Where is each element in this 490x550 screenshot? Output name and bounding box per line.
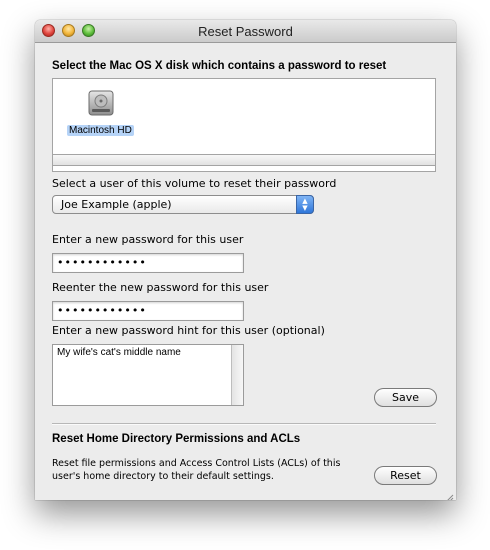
- window-title: Reset Password: [198, 24, 293, 39]
- section-divider: [52, 423, 436, 425]
- disk-list-horizontal-scrollbar[interactable]: [52, 154, 436, 166]
- password-hint-label: Enter a new password hint for this user …: [52, 324, 325, 337]
- hint-vertical-scrollbar[interactable]: [231, 345, 243, 405]
- disk-section-heading: Select the Mac OS X disk which contains …: [52, 60, 387, 72]
- user-select-popup[interactable]: Joe Example (apple) ▲ ▼: [52, 195, 314, 214]
- selected-user-value: Joe Example (apple): [61, 198, 172, 211]
- reset-button[interactable]: Reset: [374, 466, 437, 485]
- select-user-label: Select a user of this volume to reset th…: [52, 177, 337, 190]
- resize-grip-icon[interactable]: [444, 488, 454, 500]
- password-hint-field[interactable]: My wife's cat's middle name: [52, 344, 244, 406]
- password-hint-value: My wife's cat's middle name: [57, 347, 181, 358]
- save-button[interactable]: Save: [374, 388, 437, 407]
- reenter-password-label: Reenter the new password for this user: [52, 281, 269, 294]
- title-bar[interactable]: Reset Password: [35, 20, 456, 43]
- up-down-arrows-icon[interactable]: ▲ ▼: [296, 195, 314, 214]
- new-password-field[interactable]: ••••••••••••: [52, 253, 244, 273]
- acl-description: Reset file permissions and Access Contro…: [52, 458, 341, 482]
- disk-label-macintosh-hd[interactable]: Macintosh HD: [67, 125, 134, 136]
- new-password-label: Enter a new password for this user: [52, 233, 244, 246]
- acl-section-heading: Reset Home Directory Permissions and ACL…: [52, 433, 301, 445]
- reenter-password-field[interactable]: ••••••••••••: [52, 301, 244, 321]
- hard-drive-icon[interactable]: [87, 89, 115, 119]
- reset-password-window: Reset Password Select the Mac OS X disk …: [35, 20, 456, 500]
